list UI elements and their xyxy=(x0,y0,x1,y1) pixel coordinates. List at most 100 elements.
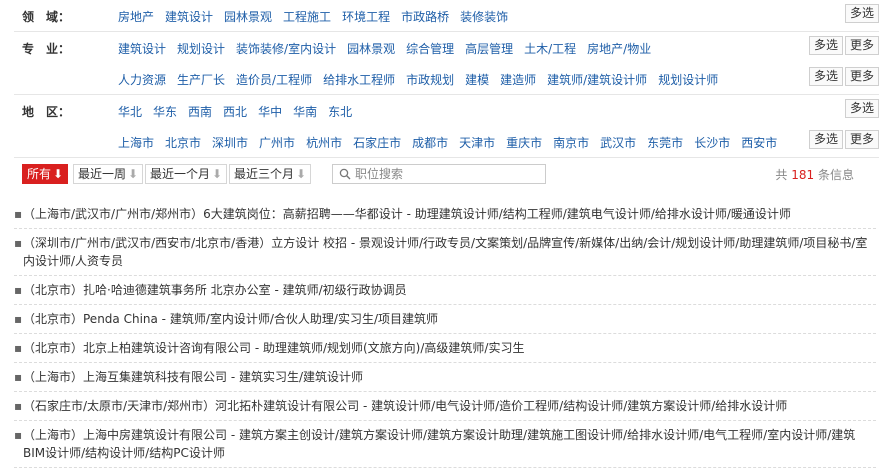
multi-select-button[interactable]: 多选 xyxy=(808,130,843,149)
filter-option[interactable]: 华北 xyxy=(118,105,142,119)
sort-three-months-button[interactable]: 最近三个月 ⬇ xyxy=(229,164,312,184)
job-list: ▪ （上海市/武汉市/广州市/郑州市）6大建筑岗位：高薪招聘——华都设计 - 助理… xyxy=(14,200,876,468)
filter-items-region: 华北 华东 西南 西北 华中 华南 东北 xyxy=(118,103,363,120)
filter-option[interactable]: 生产厂长 xyxy=(177,73,225,87)
bullet-icon: ▪ xyxy=(14,370,23,384)
filter-option[interactable]: 给排水工程师 xyxy=(323,73,395,87)
multi-select-button[interactable]: 多选 xyxy=(844,99,879,118)
bullet-icon: ▪ xyxy=(14,312,23,326)
filter-option[interactable]: 装饰装修/室内设计 xyxy=(236,42,336,56)
filter-option[interactable]: 天津市 xyxy=(459,136,495,150)
filter-option[interactable]: 长沙市 xyxy=(694,136,730,150)
filter-option[interactable]: 北京市 xyxy=(165,136,201,150)
filter-option[interactable]: 市政路桥 xyxy=(401,10,449,24)
filter-option[interactable]: 工程施工 xyxy=(283,10,331,24)
filter-row-major-2: 人力资源 生产厂长 造价员/工程师 给排水工程师 市政规划 建模 建造师 建筑师/建筑设计师规… xyxy=(14,63,879,95)
filter-option[interactable]: 成都市 xyxy=(412,136,448,150)
filter-items-domain: 房地产 建筑设计 园林景观 工程施工 环境工程 市政路桥 装修装饰 xyxy=(118,8,519,25)
job-link[interactable]: （北京市）扎哈·哈迪德建筑事务所 北京办公室 - 建筑师/初级行政协调员 xyxy=(14,281,876,299)
job-search-box xyxy=(332,164,546,184)
filter-option[interactable]: 华南 xyxy=(293,105,317,119)
filter-option[interactable]: 上海市 xyxy=(118,136,154,150)
filter-row-city: 上海市 北京市 深圳市 广州市 杭州市 石家庄市 成都市 天津市 重庆市 南京市 武汉市 东莞市 长沙市… xyxy=(14,126,879,158)
filter-option[interactable]: 石家庄市 xyxy=(353,136,401,150)
filter-option[interactable]: 环境工程 xyxy=(342,10,390,24)
filter-items-city: 上海市 北京市 深圳市 广州市 杭州市 石家庄市 成都市 天津市 重庆市 南京市 武汉市 东莞市 长沙市… xyxy=(118,134,788,151)
count-prefix: 共 xyxy=(775,168,788,182)
sort-week-button[interactable]: 最近一周 ⬇ xyxy=(73,164,144,184)
filter-option[interactable]: 杭州市 xyxy=(306,136,342,150)
filter-option[interactable]: 东莞市 xyxy=(647,136,683,150)
list-item: ▪ （北京市）Penda China - 建筑师/室内设计师/合伙人助理/实习生/… xyxy=(14,305,876,334)
sort-month-button[interactable]: 最近一个月 ⬇ xyxy=(145,164,228,184)
filter-option[interactable]: 西南 xyxy=(188,105,212,119)
more-button[interactable]: 更多 xyxy=(844,36,879,55)
filter-option[interactable]: 土木/工程 xyxy=(524,42,576,56)
multi-select-button[interactable]: 多选 xyxy=(808,67,843,86)
search-icon[interactable] xyxy=(339,168,351,180)
filter-items-major-2: 人力资源 生产厂长 造价员/工程师 给排水工程师 市政规划 建模 建造师 建筑师/建筑设计师规… xyxy=(118,71,729,88)
filter-option[interactable]: 华中 xyxy=(258,105,282,119)
job-search-input[interactable] xyxy=(355,166,535,181)
job-link[interactable]: （深圳市/广州市/武汉市/西安市/北京市/香港）立方设计 校招 - 景观设计师/… xyxy=(14,234,876,270)
more-button[interactable]: 更多 xyxy=(844,67,879,86)
filter-option[interactable]: 造价员/工程师 xyxy=(236,73,312,87)
filter-option[interactable]: 园林景观 xyxy=(347,42,395,56)
bullet-icon: ▪ xyxy=(14,428,23,442)
list-item: ▪ （北京市）扎哈·哈迪德建筑事务所 北京办公室 - 建筑师/初级行政协调员 xyxy=(14,276,876,305)
filter-option[interactable]: 广州市 xyxy=(259,136,295,150)
filter-option[interactable]: 西安市 xyxy=(741,136,777,150)
filter-option[interactable]: 园林景观 xyxy=(224,10,272,24)
filter-option[interactable]: 规划设计师 xyxy=(658,73,718,87)
filter-option[interactable]: 深圳市 xyxy=(212,136,248,150)
filter-option[interactable]: 综合管理 xyxy=(406,42,454,56)
filter-option[interactable]: 房地产 xyxy=(118,10,154,24)
bullet-icon: ▪ xyxy=(14,283,23,297)
sort-all-button[interactable]: 所有 ⬇ xyxy=(22,164,69,184)
filter-row-domain: 领 域： 房地产 建筑设计 园林景观 工程施工 环境工程 市政路桥 装修装饰 多选 xyxy=(14,0,879,32)
bullet-icon: ▪ xyxy=(14,341,23,355)
arrow-down-icon: ⬇ xyxy=(128,167,139,181)
filter-row-major: 专 业： 建筑设计 规划设计 装饰装修/室内设计 园林景观 综合管理 高层管理 土木/工程房… xyxy=(14,32,879,63)
more-button[interactable]: 更多 xyxy=(844,130,879,149)
filter-option[interactable]: 建筑师/建筑设计师 xyxy=(547,73,647,87)
job-link[interactable]: （上海市/武汉市/广州市/郑州市）6大建筑岗位：高薪招聘——华都设计 - 助理建… xyxy=(14,205,876,223)
filter-label-region: 地 区： xyxy=(22,105,71,119)
list-item: ▪ （深圳市/广州市/武汉市/西安市/北京市/香港）立方设计 校招 - 景观设计师… xyxy=(14,229,876,276)
job-link[interactable]: （北京市）Penda China - 建筑师/室内设计师/合伙人助理/实习生/项… xyxy=(14,310,876,328)
arrow-down-icon: ⬇ xyxy=(212,167,223,181)
filter-option[interactable]: 华东 xyxy=(153,105,177,119)
filter-option[interactable]: 西北 xyxy=(223,105,247,119)
filter-option[interactable]: 人力资源 xyxy=(118,73,166,87)
sort-toolbar: 所有⬇ 最近一周⬇ 最近一个月⬇ 最近三个月⬇ 共 181 条信息 xyxy=(22,164,862,184)
filter-option[interactable]: 高层管理 xyxy=(465,42,513,56)
filter-row-region: 地 区： 华北 华东 西南 西北 华中 华南 东北 多选 xyxy=(14,95,879,126)
job-link[interactable]: （北京市）北京上柏建筑设计咨询有限公司 - 助理建筑师/规划师(文旅方向)/高级… xyxy=(14,339,876,357)
filter-option[interactable]: 东北 xyxy=(328,105,352,119)
bullet-icon: ▪ xyxy=(14,236,23,250)
multi-select-button[interactable]: 多选 xyxy=(808,36,843,55)
job-link[interactable]: （上海市）上海互集建筑科技有限公司 - 建筑实习生/建筑设计师 xyxy=(14,368,876,386)
filter-option[interactable]: 重庆市 xyxy=(506,136,542,150)
filter-option[interactable]: 建筑设计 xyxy=(118,42,166,56)
filter-option[interactable]: 规划设计 xyxy=(177,42,225,56)
list-item: ▪ （上海市）上海互集建筑科技有限公司 - 建筑实习生/建筑设计师 xyxy=(14,363,876,392)
filter-option[interactable]: 房地产/物业 xyxy=(587,42,651,56)
job-link[interactable]: （上海市）上海中房建筑设计有限公司 - 建筑方案主创设计/建筑方案设计师/建筑方… xyxy=(14,426,876,462)
arrow-down-icon: ⬇ xyxy=(53,167,64,181)
sort-label: 最近一个月 xyxy=(150,167,211,181)
filter-panel: 领 域： 房地产 建筑设计 园林景观 工程施工 环境工程 市政路桥 装修装饰 多选 专 业：… xyxy=(14,0,879,158)
filter-option[interactable]: 市政规划 xyxy=(406,73,454,87)
filter-option[interactable]: 建模 xyxy=(465,73,489,87)
filter-option[interactable]: 武汉市 xyxy=(600,136,636,150)
result-count: 共 181 条信息 xyxy=(775,166,854,183)
filter-option[interactable]: 建造师 xyxy=(500,73,536,87)
multi-select-button[interactable]: 多选 xyxy=(844,4,879,23)
job-link[interactable]: （石家庄市/太原市/天津市/郑州市）河北拓朴建筑设计有限公司 - 建筑设计师/电… xyxy=(14,397,876,415)
filter-option[interactable]: 南京市 xyxy=(553,136,589,150)
arrow-down-icon: ⬇ xyxy=(296,167,307,181)
filter-option[interactable]: 装修装饰 xyxy=(460,10,508,24)
bullet-icon: ▪ xyxy=(14,207,23,221)
filter-option[interactable]: 建筑设计 xyxy=(165,10,213,24)
filter-label-major: 专 业： xyxy=(22,42,71,56)
